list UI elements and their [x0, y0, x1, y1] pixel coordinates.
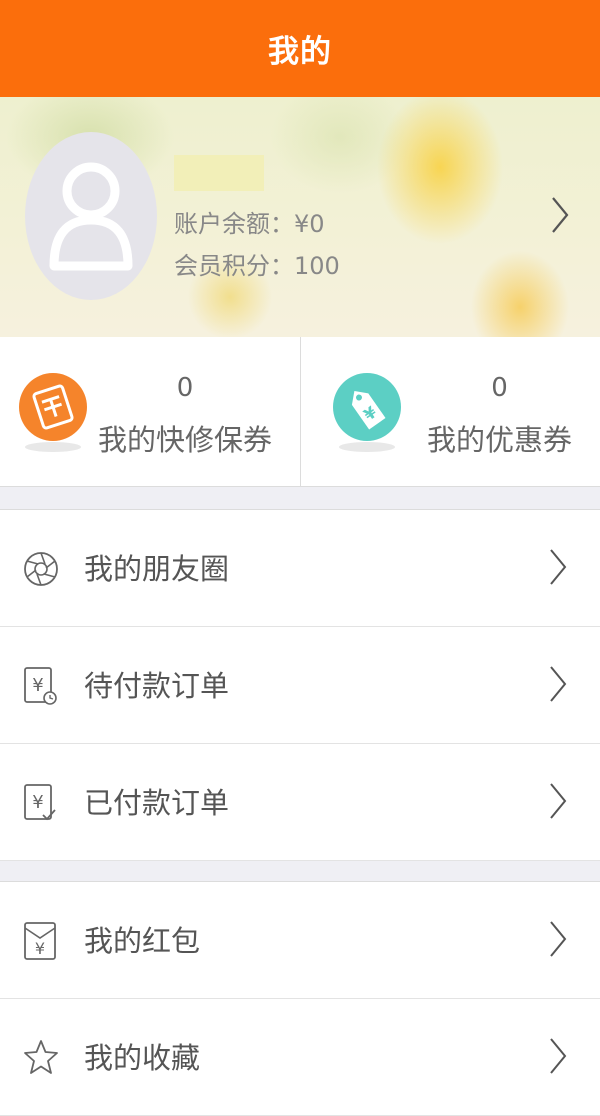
menu-group-orders: 我的朋友圈 ¥ 待付款订单 ¥ 已付款订单 [0, 509, 600, 861]
chevron-right-icon [549, 548, 567, 586]
pending-payment-icon: ¥ [22, 665, 60, 707]
menu-item-pending-orders[interactable]: ¥ 待付款订单 [0, 627, 600, 744]
discount-coupon-label: 我的优惠券 [400, 417, 600, 459]
user-icon [46, 158, 136, 274]
chevron-right-icon [549, 665, 567, 703]
member-points: 会员积分：100 [174, 246, 340, 281]
username-placeholder [174, 155, 264, 191]
chevron-right-icon [549, 1037, 567, 1075]
menu-item-label: 我的红包 [84, 918, 200, 960]
chevron-right-icon [549, 920, 567, 958]
discount-tag-icon: ¥ [332, 367, 402, 455]
svg-text:¥: ¥ [32, 792, 43, 813]
menu-item-red-envelope[interactable]: ¥ 我的红包 [0, 882, 600, 999]
svg-text:¥: ¥ [32, 675, 43, 696]
red-envelope-icon: ¥ [22, 920, 60, 962]
paid-order-icon: ¥ [22, 782, 60, 824]
discount-coupon-entry[interactable]: ¥ 0 我的优惠券 [300, 337, 600, 486]
menu-item-label: 我的朋友圈 [84, 546, 229, 588]
account-balance: 账户余额：¥0 [174, 204, 325, 239]
avatar[interactable] [25, 132, 157, 300]
menu-item-friends-circle[interactable]: 我的朋友圈 [0, 510, 600, 627]
chevron-right-icon[interactable] [550, 195, 570, 235]
repair-coupon-label: 我的快修保券 [85, 417, 285, 459]
menu-item-favorites[interactable]: 我的收藏 [0, 999, 600, 1116]
header-bar: 我的 [0, 0, 600, 97]
menu-item-label: 我的收藏 [84, 1035, 200, 1077]
coupon-summary: 0 我的快修保券 ¥ 0 我的优惠券 [0, 337, 600, 487]
menu-item-label: 已付款订单 [84, 780, 229, 822]
star-icon [22, 1037, 60, 1079]
profile-card[interactable]: 账户余额：¥0 会员积分：100 [0, 97, 600, 337]
svg-text:¥: ¥ [35, 939, 45, 958]
repair-coupon-entry[interactable]: 0 我的快修保券 [0, 337, 300, 486]
repair-coupon-icon [18, 367, 88, 455]
menu-item-label: 待付款订单 [84, 663, 229, 705]
page-title: 我的 [268, 26, 332, 71]
aperture-icon [22, 548, 60, 590]
discount-coupon-count: 0 [400, 373, 600, 403]
chevron-right-icon [549, 782, 567, 820]
repair-coupon-count: 0 [85, 373, 285, 403]
menu-group-assets: ¥ 我的红包 我的收藏 [0, 881, 600, 1116]
menu-item-paid-orders[interactable]: ¥ 已付款订单 [0, 744, 600, 861]
